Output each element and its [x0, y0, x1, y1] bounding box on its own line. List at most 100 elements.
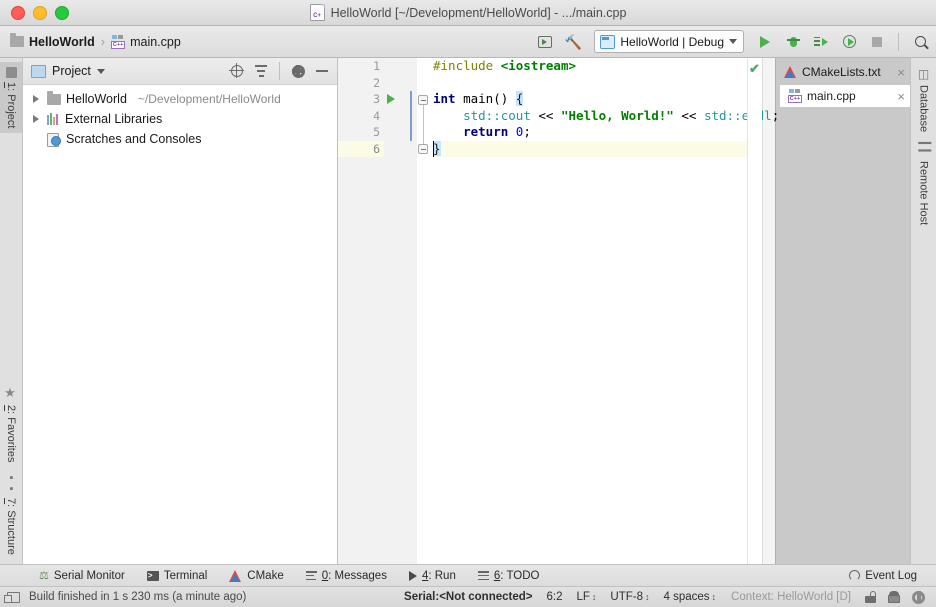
run-with-step-button[interactable] — [811, 32, 831, 52]
close-window-button[interactable] — [11, 5, 25, 20]
toolwindow-label-cmake: CMake — [247, 569, 284, 582]
line-number: 2 — [373, 75, 380, 90]
toggle-toolwindows-icon[interactable] — [4, 591, 20, 603]
breadcrumb-separator: › — [100, 34, 106, 49]
toolwindow-event-log[interactable]: Event Log — [838, 570, 928, 582]
close-icon[interactable]: × — [897, 90, 905, 103]
inspection-marker-column[interactable]: ✔ — [747, 58, 762, 564]
breadcrumb: HelloWorld › C++ main.cpp — [10, 33, 181, 49]
messages-icon — [305, 571, 317, 580]
code-folding-gutter[interactable] — [417, 58, 430, 564]
run-gutter-icon[interactable] — [387, 94, 395, 104]
line-separator-selector[interactable]: LF ↕ — [570, 591, 604, 603]
settings-gear-icon[interactable] — [289, 62, 307, 80]
window-controls[interactable] — [0, 5, 69, 20]
line-number: 1 — [373, 59, 380, 74]
line-number: 3 — [373, 92, 380, 107]
toolwindow-serial-monitor[interactable]: ⚖ Serial Monitor — [28, 569, 136, 583]
line-number-gutter: 1 2 3 4 5 6 — [338, 58, 384, 564]
code-editor[interactable]: 1 2 3 4 5 6 #include <iostream> int main… — [338, 58, 779, 564]
window-title-group: HelloWorld [~/Development/HelloWorld] - … — [0, 0, 936, 25]
minimize-window-button[interactable] — [33, 5, 47, 20]
tree-item-external-libraries[interactable]: External Libraries — [23, 109, 337, 129]
fold-region-line — [423, 105, 424, 144]
zoom-window-button[interactable] — [55, 5, 69, 20]
line-number: 5 — [373, 125, 380, 140]
code-content[interactable]: #include <iostream> int main() { std::co… — [430, 58, 779, 564]
todo-icon — [477, 571, 489, 580]
run-button[interactable] — [755, 32, 775, 52]
expand-arrow-icon[interactable] — [33, 115, 39, 123]
sidebar-label-structure: 7: Structure — [5, 498, 17, 555]
database-icon: ◫ — [916, 67, 931, 81]
sidebar-label-remote-host: Remote Host — [917, 161, 930, 226]
expand-arrow-icon[interactable] — [33, 95, 39, 103]
tree-label-scratches: Scratches and Consoles — [66, 132, 202, 146]
locate-icon[interactable] — [228, 62, 246, 80]
editor-scrollbar[interactable] — [762, 58, 775, 564]
project-panel-header: Project — [23, 58, 337, 85]
encoding-selector[interactable]: UTF-8 ↕ — [603, 591, 656, 603]
editor-area: 1 2 3 4 5 6 #include <iostream> int main… — [338, 58, 779, 564]
status-bar: Build finished in 1 s 230 ms (a minute a… — [0, 586, 936, 607]
fold-end-icon[interactable] — [418, 144, 428, 154]
panel-divider — [279, 62, 280, 80]
line-number: 4 — [373, 108, 380, 123]
sidebar-item-project[interactable]: 1: Project — [0, 62, 22, 134]
serial-status[interactable]: Serial:<Not connected> — [397, 591, 539, 603]
scratches-icon — [47, 132, 61, 147]
toolwindow-cmake[interactable]: CMake — [218, 569, 294, 582]
breadcrumb-item-project[interactable]: HelloWorld — [10, 33, 95, 49]
toolwindow-todo[interactable]: 6: TODO — [467, 570, 551, 582]
sidebar-item-database[interactable]: ◫ Database — [911, 62, 936, 137]
code-line-6: } — [433, 140, 747, 157]
tree-path-helloworld: ~/Development/HelloWorld — [137, 92, 281, 106]
tree-item-scratches[interactable]: Scratches and Consoles — [23, 129, 337, 149]
sidebar-item-structure[interactable]: ▪▪ 7: Structure — [0, 467, 22, 560]
sidebar-label-database: Database — [917, 85, 930, 133]
caret-position[interactable]: 6:2 — [540, 591, 570, 603]
inspection-ok-icon[interactable]: ✔ — [749, 61, 760, 77]
tree-item-helloworld[interactable]: HelloWorld ~/Development/HelloWorld — [23, 89, 337, 109]
vcs-change-gutter — [404, 58, 417, 564]
editor-tabs-panel: CMakeLists.txt × C++ main.cpp × — [775, 58, 910, 564]
code-line-1: #include <iostream> — [433, 58, 576, 73]
debug-button[interactable] — [783, 32, 803, 52]
screen-toggle-icon[interactable] — [535, 32, 555, 52]
gear-help-icon[interactable] — [912, 590, 925, 604]
lock-icon[interactable] — [865, 591, 876, 603]
navbar-toolbar: 🔨 HelloWorld | Debug — [535, 30, 930, 53]
robot-icon[interactable] — [888, 591, 900, 603]
breadcrumb-item-file[interactable]: C++ main.cpp — [111, 34, 181, 49]
search-everywhere-button[interactable] — [910, 32, 930, 52]
toolwindow-run[interactable]: 4: Run — [398, 570, 467, 582]
sidebar-item-remote-host[interactable]: ▎▎ Remote Host — [911, 137, 936, 230]
fold-collapse-icon[interactable] — [418, 95, 428, 105]
minimize-icon[interactable] — [313, 62, 331, 80]
close-icon[interactable]: × — [897, 66, 905, 79]
chevron-down-icon[interactable] — [96, 68, 105, 74]
chevron-down-icon — [729, 39, 737, 44]
toolwindow-terminal[interactable]: Terminal — [136, 570, 218, 582]
indent-selector[interactable]: 4 spaces ↕ — [657, 591, 724, 603]
run-config-label: HelloWorld | Debug — [620, 34, 724, 49]
build-hammer-icon[interactable]: 🔨 — [563, 32, 583, 52]
bottom-tool-window-bar: ⚖ Serial Monitor Terminal CMake 0: Messa… — [0, 564, 936, 586]
stop-button[interactable] — [867, 32, 887, 52]
tab-main-cpp[interactable]: C++ main.cpp × — [780, 85, 910, 107]
star-icon: ★ — [3, 385, 19, 401]
code-line-5: return 0; — [463, 124, 531, 139]
build-status-message[interactable]: Build finished in 1 s 230 ms (a minute a… — [29, 591, 246, 603]
toolwindow-messages[interactable]: 0: Messages — [295, 570, 398, 582]
toolwindow-label-terminal: Terminal — [163, 569, 208, 582]
breadcrumb-label-file: main.cpp — [130, 34, 181, 49]
sidebar-item-favorites[interactable]: ★ 2: Favorites — [0, 381, 22, 467]
run-configuration-selector[interactable]: HelloWorld | Debug — [594, 30, 744, 53]
run-marker-gutter[interactable] — [384, 58, 404, 564]
collapse-all-icon[interactable] — [252, 62, 270, 80]
run-with-coverage-button[interactable] — [839, 32, 859, 52]
tab-cmakelists[interactable]: CMakeLists.txt × — [776, 61, 910, 83]
code-line-3: int main() { — [433, 91, 524, 106]
run-icon — [408, 570, 417, 581]
context-label[interactable]: Context: HelloWorld [D] — [723, 591, 859, 603]
